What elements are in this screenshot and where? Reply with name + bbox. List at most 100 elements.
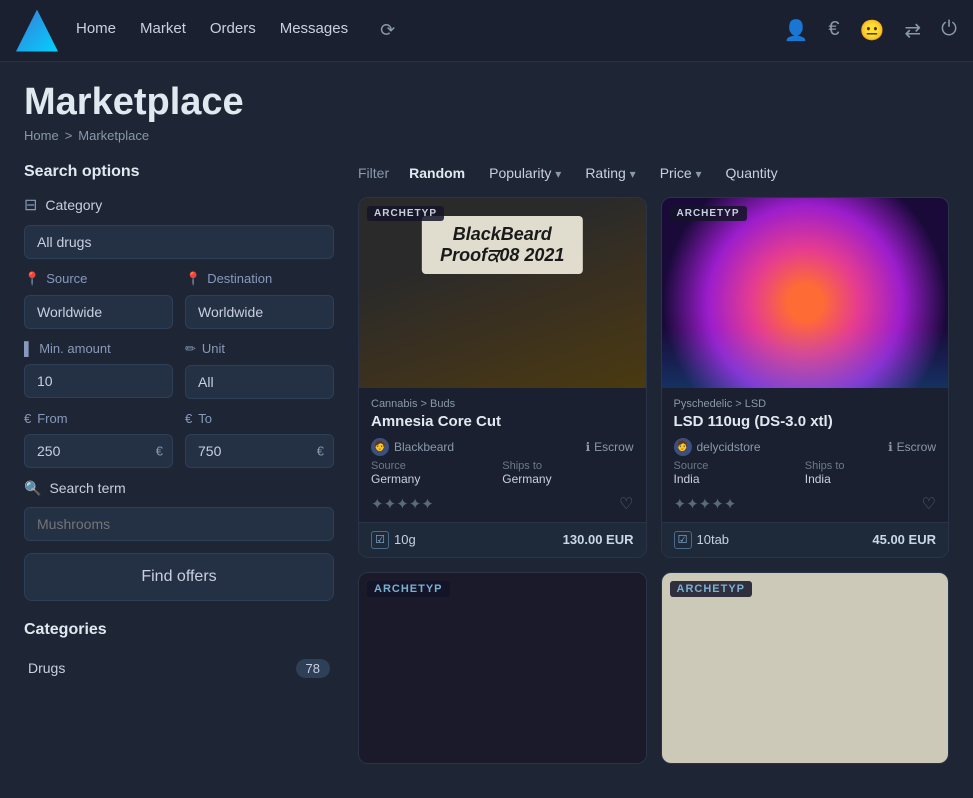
category-item-label: Drugs	[28, 660, 65, 676]
source-val-2: India	[674, 472, 805, 486]
escrow-row-1: ℹ Escrow	[586, 440, 634, 454]
archetyp-badge-3: ARCHETYP	[367, 581, 450, 597]
category-icon: ⊟	[24, 195, 37, 215]
power-icon[interactable]: ⏻	[941, 18, 957, 43]
swap-icon[interactable]: ⇄	[904, 18, 921, 43]
min-amount-input[interactable]	[24, 364, 173, 398]
stars-row-2: ✦✦✦✦✦ ♡	[674, 490, 937, 518]
vendor-name-2[interactable]: delycidstore	[697, 440, 761, 454]
to-suffix: €	[317, 443, 324, 458]
product-name-1[interactable]: Amnesia Core Cut	[371, 413, 634, 430]
search-term-input[interactable]	[24, 507, 334, 541]
price-2: 45.00 EUR	[872, 532, 936, 547]
product-meta-2: 🧑 delycidstore ℹ Escrow	[674, 438, 937, 456]
product-image-4: ARCHETYP	[662, 573, 949, 763]
product-card-lsd: ARCHETYP Pyschedelic > LSD LSD 110ug (DS…	[661, 197, 950, 558]
ship-row-2: Source Ships to India India	[674, 460, 937, 486]
product-meta-1: 🧑 Blackbeard ℹ Escrow	[371, 438, 634, 456]
unit-field-group: ✏ Unit All	[185, 341, 334, 399]
to-euro-icon: €	[185, 411, 192, 426]
archetyp-badge-2: ARCHETYP	[670, 206, 747, 221]
content-area: Filter Random Popularity ▾ Rating ▾ Pric…	[358, 163, 949, 764]
product-name-2[interactable]: LSD 110ug (DS-3.0 xtl)	[674, 413, 937, 430]
qty-val-2: 10tab	[697, 532, 730, 547]
favorite-icon-1[interactable]: ♡	[619, 494, 633, 514]
source-label: Source	[46, 271, 87, 286]
price-1: 130.00 EUR	[563, 532, 634, 547]
product-category-1: Cannabis > Buds	[371, 398, 634, 410]
min-amount-label-row: ▌ Min. amount	[24, 341, 173, 356]
filter-random[interactable]: Random	[405, 163, 469, 183]
categories-title: Categories	[24, 621, 334, 639]
to-label-row: € To	[185, 411, 334, 426]
source-label-row: 📍 Source	[24, 271, 173, 287]
breadcrumb-current: Marketplace	[78, 128, 149, 143]
archetyp-badge-1: ARCHETYP	[367, 206, 444, 221]
sidebar: Search options ⊟ Category All drugs 📍 So…	[24, 163, 334, 764]
nav-action-icons: 👤 € 😐 ⇄ ⏻	[783, 18, 957, 43]
source-select[interactable]: Worldwide	[24, 295, 173, 329]
from-suffix: €	[156, 443, 163, 458]
to-input-wrap: €	[185, 434, 334, 468]
source-col-label-1: Source	[371, 460, 502, 472]
destination-label: Destination	[207, 271, 272, 286]
source-destination-row: 📍 Source Worldwide 📍 Destination Worldwi…	[24, 271, 334, 329]
filter-bar: Filter Random Popularity ▾ Rating ▾ Pric…	[358, 163, 949, 183]
product-info-lsd: Pyschedelic > LSD LSD 110ug (DS-3.0 xtl)…	[662, 388, 949, 522]
euro-icon[interactable]: €	[828, 18, 839, 43]
nav-messages[interactable]: Messages	[280, 20, 348, 41]
destination-field-group: 📍 Destination Worldwide	[185, 271, 334, 329]
bar-chart-icon: ▌	[24, 341, 33, 356]
product-card-blackbeard: ARCHETYP Cannabis > Buds Amnesia Core Cu…	[358, 197, 647, 558]
escrow-label-1: Escrow	[594, 440, 633, 454]
amount-unit-row: ▌ Min. amount ✏ Unit All	[24, 341, 334, 399]
favorite-icon-2[interactable]: ♡	[922, 494, 936, 514]
stars-1: ✦✦✦✦✦	[371, 495, 434, 513]
vendor-icon-1: 🧑	[371, 438, 389, 456]
from-euro-icon: €	[24, 411, 31, 426]
source-val-1: Germany	[371, 472, 502, 486]
min-amount-field-group: ▌ Min. amount	[24, 341, 173, 399]
breadcrumb-home[interactable]: Home	[24, 128, 59, 143]
vendor-row-2: 🧑 delycidstore	[674, 438, 761, 456]
escrow-label-2: Escrow	[897, 440, 936, 454]
nav-home[interactable]: Home	[76, 20, 116, 41]
product-footer-1: ☑ 10g 130.00 EUR	[359, 522, 646, 557]
to-field-group: € To €	[185, 411, 334, 468]
destination-select[interactable]: Worldwide	[185, 295, 334, 329]
nav-orders[interactable]: Orders	[210, 20, 256, 41]
logo-icon[interactable]	[16, 10, 58, 52]
category-label: Category	[45, 197, 102, 213]
category-item-drugs[interactable]: Drugs 78	[24, 651, 334, 686]
product-footer-2: ☑ 10tab 45.00 EUR	[662, 522, 949, 557]
refresh-icon[interactable]: ⟳	[380, 20, 395, 41]
user-icon[interactable]: 👤	[783, 18, 808, 43]
nav-links: Home Market Orders Messages ⟳	[76, 20, 783, 41]
category-select[interactable]: All drugs	[24, 225, 334, 259]
ships-to-col-label-1: Ships to	[502, 460, 633, 472]
product-card-4: ARCHETYP	[661, 572, 950, 764]
from-input[interactable]	[24, 434, 173, 468]
to-label: To	[198, 411, 212, 426]
products-grid: ARCHETYP Cannabis > Buds Amnesia Core Cu…	[358, 197, 949, 764]
nav-market[interactable]: Market	[140, 20, 186, 41]
qty-val-1: 10g	[394, 532, 416, 547]
face-icon[interactable]: 😐	[860, 18, 885, 43]
vendor-name-1[interactable]: Blackbeard	[394, 440, 454, 454]
stars-2: ✦✦✦✦✦	[674, 495, 737, 513]
archetyp-badge-4: ARCHETYP	[670, 581, 753, 597]
filter-price[interactable]: Price ▾	[656, 163, 706, 183]
page-title: Marketplace	[24, 82, 949, 124]
from-label: From	[37, 411, 67, 426]
filter-popularity[interactable]: Popularity ▾	[485, 163, 565, 183]
qty-badge-2: ☑ 10tab	[674, 531, 730, 549]
filter-rating[interactable]: Rating ▾	[581, 163, 639, 183]
unit-select[interactable]: All	[185, 365, 334, 399]
source-field-group: 📍 Source Worldwide	[24, 271, 173, 329]
product-image-lsd: ARCHETYP	[662, 198, 949, 388]
to-input[interactable]	[185, 434, 334, 468]
find-offers-button[interactable]: Find offers	[24, 553, 334, 601]
ships-to-val-2: India	[805, 472, 936, 486]
filter-quantity[interactable]: Quantity	[722, 163, 782, 183]
product-info-blackbeard: Cannabis > Buds Amnesia Core Cut 🧑 Black…	[359, 388, 646, 522]
